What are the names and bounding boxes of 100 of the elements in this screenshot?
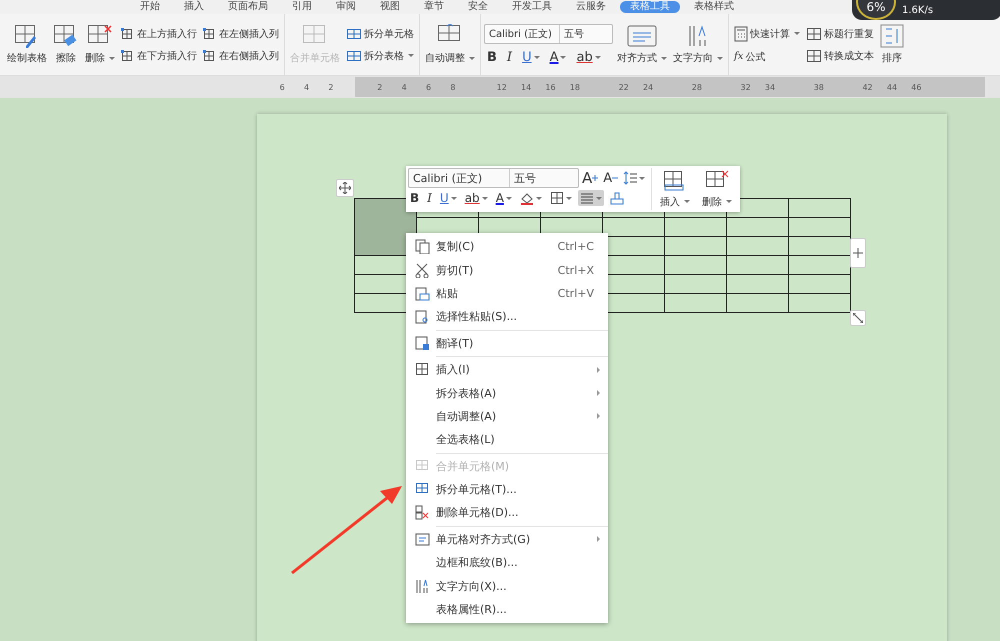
ruler-number: 14 xyxy=(520,82,532,92)
ruler-number: 4 xyxy=(303,82,310,92)
menu-item[interactable]: 插入(I) xyxy=(406,358,608,382)
sort-button[interactable]: 排序 xyxy=(878,22,906,67)
ruler-number: 2 xyxy=(327,82,335,92)
format-button[interactable]: ab xyxy=(462,190,490,206)
font-select[interactable]: Calibri (正文) 五号 xyxy=(408,168,579,188)
clipboard-icon xyxy=(414,309,430,324)
menu-item[interactable]: 翻译(T) xyxy=(406,332,608,355)
grow-font-button[interactable]: A xyxy=(580,168,600,188)
delete-button[interactable]: 删除 xyxy=(700,168,734,210)
clipboard-icon xyxy=(414,286,430,301)
menu-item[interactable]: 拆分单元格(T)... xyxy=(406,478,608,502)
ruler-number: 2 xyxy=(376,82,384,92)
autofit-button[interactable]: 自动调整 xyxy=(423,22,477,67)
format-button[interactable]: A xyxy=(494,190,514,206)
insert-icon xyxy=(121,28,135,40)
usage-percent: 6% xyxy=(856,0,896,20)
menu-item[interactable]: 粘贴 Ctrl+V xyxy=(406,282,608,306)
menu-item[interactable]: 全选表格(L) xyxy=(406,428,608,452)
font-name: Calibri (正文) xyxy=(485,25,560,43)
font-select[interactable]: Calibri (正文) 五号 xyxy=(484,24,613,44)
shrink-font-button[interactable]: A xyxy=(601,170,620,186)
insert-icon xyxy=(121,50,135,62)
resize-handle[interactable] xyxy=(850,310,866,326)
ribbon-tab[interactable]: 页面布局 xyxy=(218,1,278,13)
caret-icon xyxy=(482,196,488,200)
alignment-button[interactable]: 对齐方式 xyxy=(615,22,669,67)
delete-cell-icon xyxy=(414,505,430,520)
ruler-number: 18 xyxy=(568,82,581,92)
insert-button[interactable]: 在下方插入行 xyxy=(119,48,199,64)
menu-item[interactable]: 选择性粘贴(S)... xyxy=(406,305,608,329)
alignment-icon xyxy=(414,532,430,547)
menu-item[interactable]: 复制(C) Ctrl+C xyxy=(406,235,608,258)
menu-item[interactable]: 文字方向(X)... xyxy=(406,574,608,598)
calc-button[interactable]: fx 公式 xyxy=(732,48,802,64)
ribbon-tab[interactable]: 审阅 xyxy=(326,1,366,13)
ruler-number: 22 xyxy=(618,82,630,92)
shortcut-text: Ctrl+C xyxy=(558,240,594,254)
format-button[interactable] xyxy=(608,190,626,206)
ruler-number: 24 xyxy=(642,82,654,92)
menu-item[interactable]: 表格属性(R)... xyxy=(406,598,608,622)
format-button[interactable]: B xyxy=(484,50,500,65)
scissors-icon xyxy=(414,262,430,278)
ribbon-tab[interactable]: 开发工具 xyxy=(502,1,562,13)
insert-button[interactable]: 在左侧插入列 xyxy=(201,26,281,42)
calculator-icon xyxy=(734,26,748,42)
menu-item[interactable]: 自动调整(A) xyxy=(406,404,608,428)
format-button[interactable]: U xyxy=(519,50,543,65)
ribbon-tab[interactable]: 章节 xyxy=(414,1,454,13)
ribbon-tab[interactable]: 引用 xyxy=(282,1,322,13)
menu-item[interactable]: 单元格对齐方式(G) xyxy=(406,528,608,552)
caret-icon xyxy=(450,196,457,200)
table-icon xyxy=(346,50,362,62)
add-column-button[interactable] xyxy=(850,238,866,268)
move-icon xyxy=(339,182,351,194)
table-option-button[interactable]: 转换成文本 xyxy=(804,48,876,64)
ribbon-tab[interactable]: 视图 xyxy=(370,1,410,13)
format-button[interactable]: ab xyxy=(573,50,604,65)
submenu-arrow-icon xyxy=(597,390,600,396)
format-button[interactable]: A xyxy=(546,50,570,65)
split-button[interactable]: 拆分表格 xyxy=(344,48,416,64)
ribbon-tab[interactable]: 开始 xyxy=(130,1,170,13)
menu-item[interactable]: 删除单元格(D)... xyxy=(406,501,608,525)
format-button[interactable] xyxy=(578,190,604,206)
font-size: 五号 xyxy=(513,170,537,186)
table-option-button[interactable]: 标题行重复 xyxy=(804,26,876,42)
calc-button[interactable]: 快速计算 xyxy=(732,24,802,42)
insert-button[interactable]: 插入 xyxy=(658,168,692,210)
caret-icon xyxy=(534,56,540,59)
menu-item[interactable]: 边框和底纹(B)... xyxy=(406,551,608,574)
insert-button[interactable]: 在上方插入行 xyxy=(119,26,199,42)
table-tool-button[interactable]: 删除 xyxy=(83,22,117,67)
ribbon-tab[interactable]: 表格样式 xyxy=(684,1,744,13)
menu-item[interactable]: 剪切(T) Ctrl+X xyxy=(406,258,608,282)
move-handle[interactable] xyxy=(336,179,354,197)
table-tool-button[interactable]: 擦除 xyxy=(51,22,81,67)
caret-icon xyxy=(794,32,800,35)
ruler-number: 38 xyxy=(812,82,825,92)
plus-icon xyxy=(592,175,598,181)
caret-icon xyxy=(639,176,646,180)
table-icon xyxy=(346,28,362,40)
text-direction-button[interactable]: 文字方向 xyxy=(671,22,725,67)
format-button[interactable]: U xyxy=(438,190,459,206)
split-button[interactable]: 拆分单元格 xyxy=(344,26,416,42)
ribbon-tab[interactable]: 插入 xyxy=(174,1,214,13)
format-button[interactable]: I xyxy=(425,190,434,206)
line-spacing-button[interactable] xyxy=(621,170,648,186)
ribbon-tab[interactable]: 云服务 xyxy=(566,1,616,13)
plus-icon xyxy=(853,248,863,258)
insert-button[interactable]: 在右侧插入列 xyxy=(201,48,281,64)
caret-icon xyxy=(566,196,572,200)
format-button[interactable]: I xyxy=(504,50,516,65)
menu-item[interactable]: 拆分表格(A) xyxy=(406,381,608,405)
table-tool-button[interactable]: 绘制表格 xyxy=(5,22,49,67)
format-button[interactable]: B xyxy=(408,190,422,206)
ribbon-tab[interactable]: 安全 xyxy=(458,1,498,13)
insert-icon xyxy=(203,50,217,62)
submenu-arrow-icon xyxy=(597,366,600,373)
resize-icon xyxy=(853,313,863,323)
